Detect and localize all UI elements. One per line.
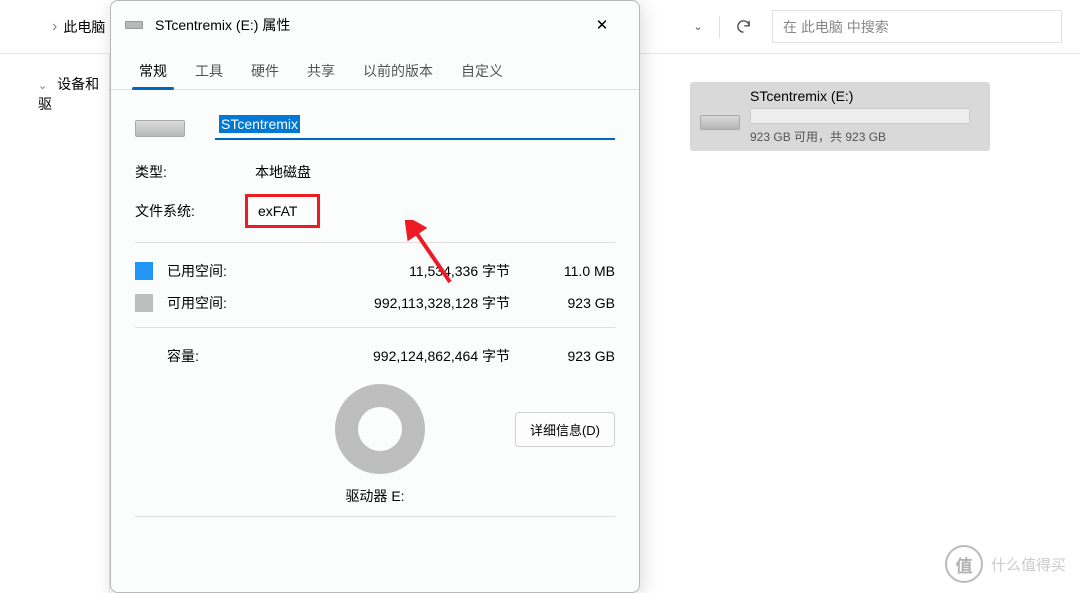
tab-bar: 常规 工具 硬件 共享 以前的版本 自定义 [111,53,639,90]
address-dropdown-icon[interactable]: ⌄ [683,20,713,33]
free-space-size: 923 GB [540,295,615,311]
chevron-right-icon: › [52,18,57,36]
divider [135,242,615,243]
drive-free-label: 923 GB 可用，共 923 GB [750,128,982,145]
tab-tools[interactable]: 工具 [181,53,237,89]
capacity-size: 923 GB [540,348,615,364]
used-color-icon [135,262,153,280]
sidebar: ⌄ 设备和驱 [0,54,110,593]
type-label: 类型: [135,162,255,182]
free-color-icon [135,294,153,312]
search-input[interactable]: 在 此电脑 中搜索 [772,10,1062,43]
watermark: 值 什么值得买 [945,545,1066,583]
capacity-bytes: 992,124,862,464 字节 [262,346,540,366]
divider [135,327,615,328]
used-space-label: 已用空间: [167,261,262,281]
refresh-icon [735,18,752,35]
used-space-size: 11.0 MB [540,263,615,279]
drive-name-input[interactable]: STcentremix [215,110,615,140]
tab-general[interactable]: 常规 [125,53,181,89]
sidebar-item-label: 设备和驱 [38,76,99,112]
annotation-highlight-box: exFAT [245,194,320,228]
close-button[interactable]: ✕ [579,11,625,39]
capacity-label: 容量: [167,346,262,366]
drive-letter-label: 驱动器 E: [135,486,615,506]
free-space-label: 可用空间: [167,293,262,313]
used-space-bytes: 11,534,336 字节 [262,261,540,281]
tab-previous-versions[interactable]: 以前的版本 [349,53,447,89]
filesystem-label: 文件系统: [135,201,255,221]
chevron-down-icon: ⌄ [38,80,47,92]
drive-icon [135,113,185,137]
divider [135,516,615,517]
usage-donut-chart [335,384,425,474]
details-button[interactable]: 详细信息(D) [515,412,615,447]
drive-name-selection: STcentremix [219,115,300,133]
tab-customize[interactable]: 自定义 [447,53,517,89]
drive-usage-bar [750,108,970,124]
drive-name-label: STcentremix (E:) [750,88,982,104]
filesystem-value: exFAT [258,203,297,219]
free-space-bytes: 992,113,328,128 字节 [262,293,540,313]
dialog-titlebar: STcentremix (E:) 属性 ✕ [111,1,639,47]
tab-hardware[interactable]: 硬件 [237,53,293,89]
dialog-title: STcentremix (E:) 属性 [155,15,290,35]
tab-sharing[interactable]: 共享 [293,53,349,89]
sidebar-item-devices[interactable]: ⌄ 设备和驱 [38,74,109,114]
hdd-icon [125,21,143,29]
breadcrumb-this-pc[interactable]: 此电脑 [63,17,105,37]
drive-card-stcentremix[interactable]: STcentremix (E:) 923 GB 可用，共 923 GB [690,82,990,151]
divider [719,16,720,38]
watermark-badge-icon: 值 [945,545,983,583]
properties-dialog: STcentremix (E:) 属性 ✕ 常规 工具 硬件 共享 以前的版本 … [110,0,640,593]
refresh-button[interactable] [726,10,760,44]
back-button[interactable] [10,9,46,45]
watermark-text: 什么值得买 [991,554,1066,575]
type-value: 本地磁盘 [255,162,311,182]
drive-icon [698,98,740,136]
